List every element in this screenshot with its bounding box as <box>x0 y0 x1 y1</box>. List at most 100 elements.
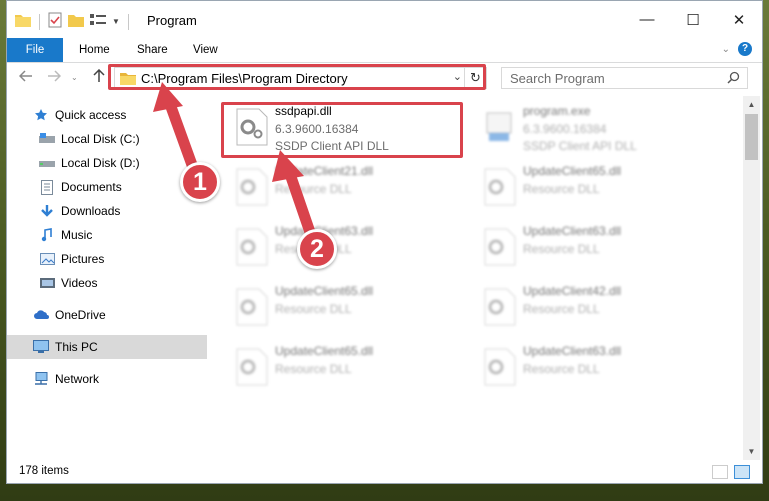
sidebar-item-downloads[interactable]: Downloads 📌 <box>7 199 233 223</box>
minimize-button[interactable]: — <box>624 1 670 38</box>
window-title: Program <box>147 13 197 28</box>
ribbon-tabs: File Home Share View ⌄ ? <box>7 38 762 63</box>
maximize-button[interactable]: ☐ <box>670 1 716 38</box>
file-description: Resource DLL <box>523 362 600 376</box>
dll-gear-icon <box>236 168 268 206</box>
close-button[interactable]: ✕ <box>716 1 762 38</box>
file-item[interactable]: UpdateClient63.dll Resource DLL <box>475 223 715 275</box>
computer-icon <box>33 339 49 355</box>
sidebar-item-label: Network <box>55 372 100 386</box>
sidebar-item-quick-access[interactable]: Quick access <box>7 103 227 127</box>
file-item[interactable]: UpdateClient63.dll Resource DLL <box>475 343 715 395</box>
item-count: 178 items <box>19 465 69 477</box>
dll-gear-icon <box>484 228 516 266</box>
sidebar-item-pictures[interactable]: Pictures 📌 <box>7 247 233 271</box>
sidebar-item-label: Quick access <box>55 108 127 122</box>
sidebar-item-network[interactable]: Network <box>7 367 227 391</box>
download-icon <box>39 203 55 219</box>
back-arrow-icon[interactable] <box>18 69 33 87</box>
sidebar-item-label: Downloads <box>61 204 121 218</box>
toolbar-divider <box>127 13 129 30</box>
details-view-icon[interactable] <box>712 465 728 479</box>
expand-ribbon-icon[interactable]: ⌄ <box>722 44 730 55</box>
view-toggle <box>712 465 750 479</box>
file-name: UpdateClient21.dll <box>275 164 374 178</box>
tab-file[interactable]: File <box>7 38 63 62</box>
sidebar-item-label: Pictures <box>61 252 105 266</box>
file-description: Resource DLL <box>523 302 600 316</box>
new-folder-icon[interactable] <box>68 13 84 30</box>
network-icon <box>33 371 49 387</box>
sidebar-item-this-pc[interactable]: This PC <box>7 335 227 359</box>
sidebar-item-local-disk-c[interactable]: Local Disk (C:) 📌 <box>7 127 233 151</box>
file-item[interactable]: UpdateClient65.dll Resource DLL <box>227 343 467 395</box>
step-1-badge: 1 <box>180 162 220 202</box>
address-bar-highlight <box>108 64 486 90</box>
sidebar-item-label: OneDrive <box>55 308 106 322</box>
search-icon[interactable] <box>727 71 740 87</box>
status-bar: 178 items <box>7 461 762 483</box>
vertical-scrollbar[interactable]: ▲ ▼ <box>743 96 760 460</box>
file-description: Resource DLL <box>523 242 600 256</box>
pictures-icon <box>39 251 55 267</box>
file-description: SSDP Client API DLL <box>523 139 637 153</box>
file-item-program-exe[interactable]: program.exe 6.3.9600.16384 SSDP Client A… <box>475 103 715 155</box>
dll-gear-icon <box>236 348 268 386</box>
file-name: UpdateClient63.dll <box>523 344 622 358</box>
search-input[interactable]: Search Program <box>510 71 605 86</box>
view-options-icon[interactable] <box>90 13 106 30</box>
file-item[interactable]: UpdateClient21.dll Resource DLL <box>227 163 467 215</box>
tab-view[interactable]: View <box>179 38 232 62</box>
file-description: Resource DLL <box>275 182 352 196</box>
file-item[interactable]: UpdateClient65.dll Resource DLL <box>227 283 467 335</box>
search-box[interactable]: Search Program <box>501 67 748 89</box>
file-description: Resource DLL <box>275 302 352 316</box>
file-name: UpdateClient63.dll <box>523 224 622 238</box>
toolbar-divider <box>39 13 40 30</box>
scroll-down-icon[interactable]: ▼ <box>743 443 760 460</box>
file-version: 6.3.9600.16384 <box>523 122 607 136</box>
folder-icon[interactable] <box>15 13 31 30</box>
sidebar-item-label: Music <box>61 228 93 242</box>
help-icon[interactable]: ? <box>738 42 752 56</box>
documents-icon <box>39 179 55 195</box>
file-highlight <box>221 102 463 158</box>
step-2-badge: 2 <box>297 229 337 269</box>
file-name: UpdateClient65.dll <box>275 284 374 298</box>
recent-locations-icon[interactable]: ⌄ <box>71 73 78 82</box>
file-item[interactable]: UpdateClient65.dll Resource DLL <box>475 163 715 215</box>
music-icon <box>39 227 55 243</box>
sidebar-item-music[interactable]: Music 📌 <box>7 223 233 247</box>
title-bar: ▼ Program — ☐ ✕ <box>7 1 762 38</box>
file-description: Resource DLL <box>275 362 352 376</box>
forward-arrow-icon[interactable] <box>47 69 62 87</box>
file-name: UpdateClient42.dll <box>523 284 622 298</box>
file-name: program.exe <box>523 104 591 118</box>
dll-gear-icon <box>236 288 268 326</box>
sidebar-item-label: Documents <box>61 180 122 194</box>
properties-icon[interactable] <box>48 12 62 31</box>
sidebar-item-videos[interactable]: Videos 📌 <box>7 271 233 295</box>
up-arrow-icon[interactable] <box>93 68 105 88</box>
scroll-thumb[interactable] <box>745 114 758 160</box>
cloud-icon <box>33 307 49 323</box>
file-item[interactable]: UpdateClient42.dll Resource DLL <box>475 283 715 335</box>
dll-gear-icon <box>484 348 516 386</box>
file-description: Resource DLL <box>523 182 600 196</box>
large-icons-view-icon[interactable] <box>734 465 750 479</box>
sidebar-item-label: This PC <box>55 340 98 354</box>
sidebar-item-label: Local Disk (C:) <box>61 132 140 146</box>
dll-gear-icon <box>484 168 516 206</box>
tab-share[interactable]: Share <box>123 38 182 62</box>
dll-gear-icon <box>236 228 268 266</box>
file-item[interactable]: UpdateClient63.dll Resource DLL <box>227 223 467 275</box>
tab-home[interactable]: Home <box>65 38 124 62</box>
sidebar-item-onedrive[interactable]: OneDrive <box>7 303 227 327</box>
sidebar-item-label: Videos <box>61 276 98 290</box>
navigation-pane: Quick access Local Disk (C:) 📌 Local Dis… <box>7 96 227 460</box>
quick-access-toolbar: ▼ <box>15 12 131 31</box>
scroll-up-icon[interactable]: ▲ <box>743 96 760 113</box>
sidebar-item-label: Local Disk (D:) <box>61 156 140 170</box>
videos-icon <box>39 275 55 291</box>
chevron-down-icon[interactable]: ▼ <box>112 17 120 26</box>
